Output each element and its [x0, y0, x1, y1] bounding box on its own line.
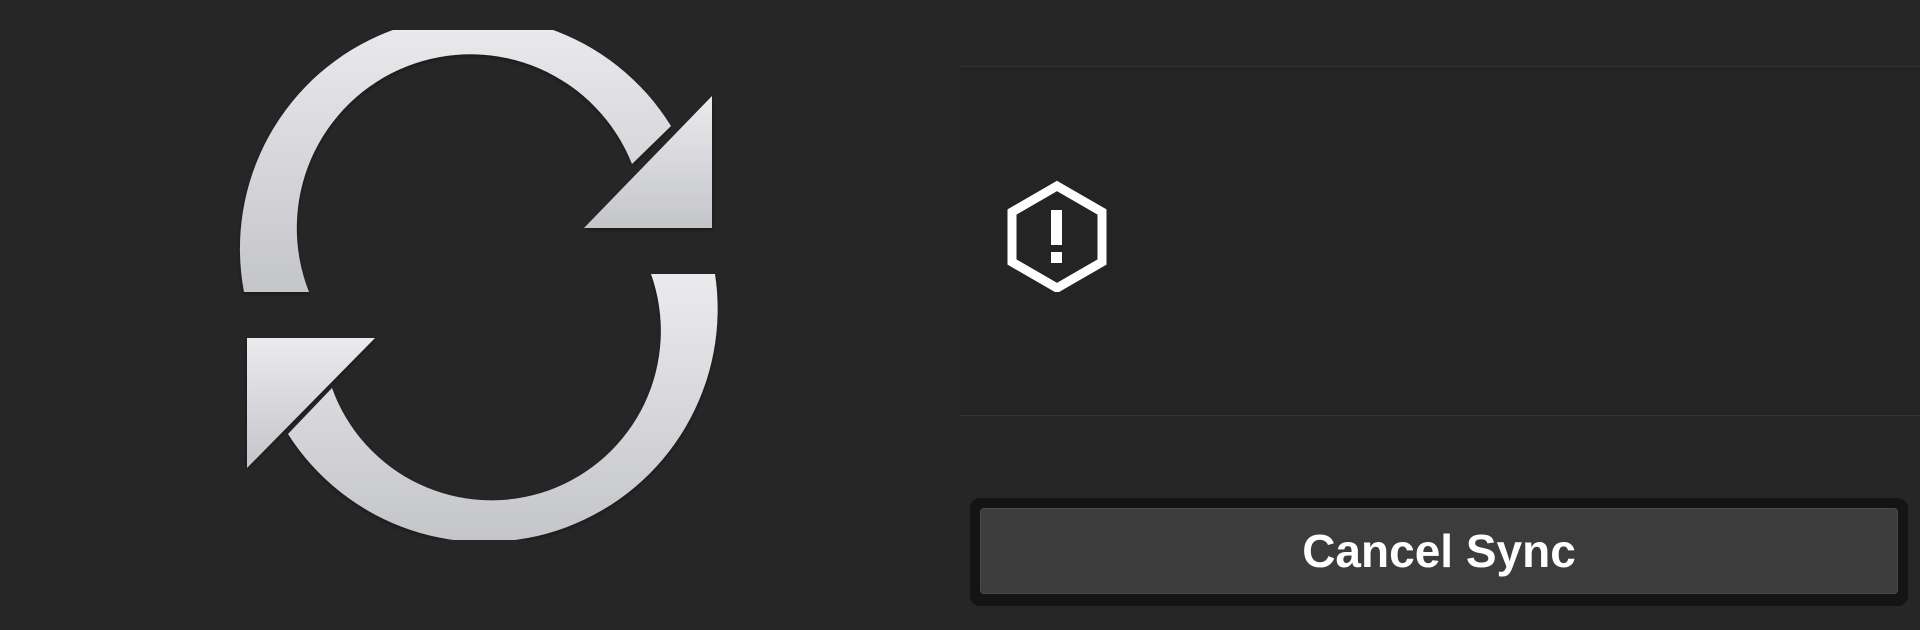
sync-arrows-icon [240, 30, 718, 540]
sync-status-panel [960, 66, 1920, 416]
cancel-sync-button[interactable]: Cancel Sync [980, 508, 1898, 594]
sync-arrows-shape [240, 30, 718, 540]
warning-hexagon-icon [1007, 180, 1107, 292]
sync-screen: Cancel Sync [0, 0, 1920, 630]
status-message [1150, 107, 1850, 377]
button-bar: Cancel Sync [970, 498, 1908, 606]
